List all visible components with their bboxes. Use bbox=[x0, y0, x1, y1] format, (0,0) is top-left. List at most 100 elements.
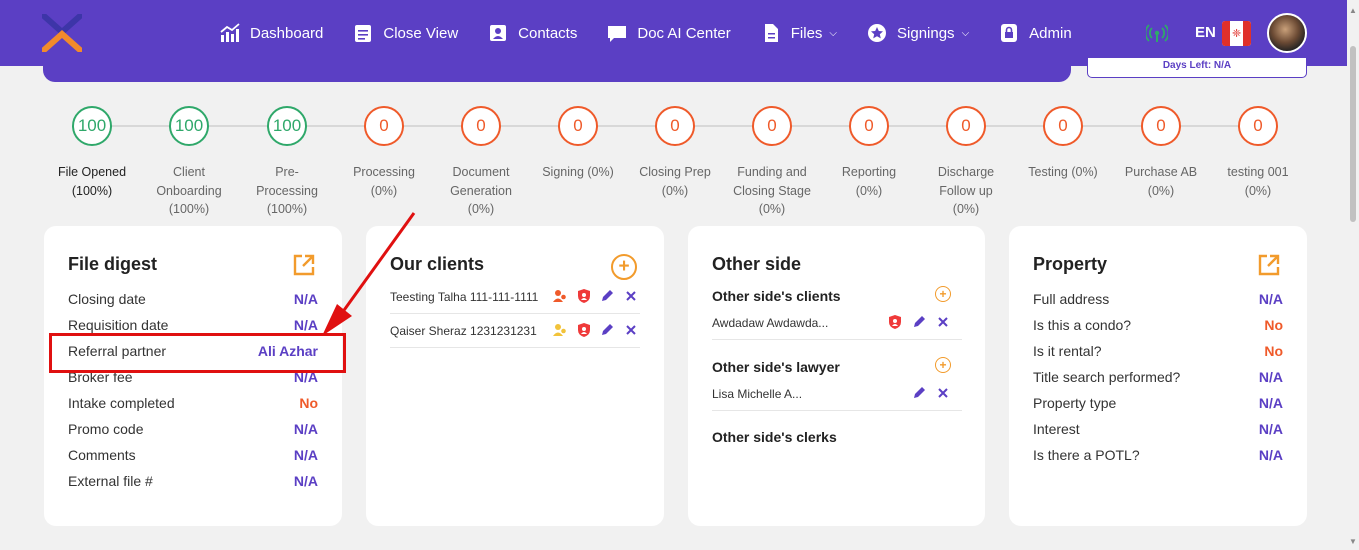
progress-step[interactable]: 0 Funding and Closing Stage (0%) bbox=[722, 106, 822, 219]
progress-step[interactable]: 0 Testing (0%) bbox=[1013, 106, 1113, 182]
info-row-key: Is it rental? bbox=[1033, 343, 1102, 359]
step-percent-circle: 100 bbox=[267, 106, 307, 146]
step-label: Funding and Closing Stage (0%) bbox=[733, 165, 811, 216]
remove-x-icon[interactable] bbox=[623, 288, 639, 304]
step-percent-circle: 0 bbox=[1238, 106, 1278, 146]
add-lawyer-plus-icon[interactable]: + bbox=[935, 357, 951, 373]
progress-step[interactable]: 0 Discharge Follow up (0%) bbox=[916, 106, 1016, 219]
info-row-key: Interest bbox=[1033, 421, 1080, 437]
info-row: Full address N/A bbox=[1033, 291, 1283, 311]
dashboard-chart-icon bbox=[220, 23, 240, 42]
our-clients-title: Our clients bbox=[390, 254, 485, 274]
add-other-client-plus-icon[interactable]: + bbox=[935, 286, 951, 302]
step-label: Reporting (0%) bbox=[841, 165, 897, 198]
info-row-value: N/A bbox=[1258, 395, 1283, 411]
scrollbar-thumb[interactable] bbox=[1350, 46, 1356, 222]
users-icon[interactable] bbox=[552, 288, 568, 304]
other-side-client-row[interactable]: Awdadaw Awdawda... bbox=[712, 312, 962, 340]
progress-step[interactable]: 100 File Opened (100%) bbox=[42, 106, 142, 200]
nav-close-view-label: Close View bbox=[383, 24, 459, 42]
progress-step[interactable]: 0 Reporting (0%) bbox=[819, 106, 919, 200]
nav-contacts[interactable]: Contacts bbox=[488, 23, 577, 43]
remove-x-icon[interactable] bbox=[623, 322, 639, 338]
info-row-value: No bbox=[1264, 343, 1283, 359]
other-side-client-name: Awdadaw Awdawda... bbox=[712, 316, 829, 330]
app-logo[interactable] bbox=[42, 14, 82, 52]
language-selector[interactable]: EN bbox=[1195, 24, 1216, 41]
progress-step[interactable]: 0 testing 001 (0%) bbox=[1208, 106, 1308, 200]
other-side-clerks-title: Other side's clerks bbox=[712, 429, 837, 445]
info-row: Is this a condo? No bbox=[1033, 317, 1283, 337]
step-percent-circle: 0 bbox=[752, 106, 792, 146]
edit-pencil-icon[interactable] bbox=[911, 314, 927, 330]
info-row: Property type N/A bbox=[1033, 395, 1283, 415]
edit-pencil-icon[interactable] bbox=[599, 322, 615, 338]
nav-dashboard[interactable]: Dashboard bbox=[220, 23, 323, 43]
info-row-value: N/A bbox=[293, 317, 318, 333]
info-row: Title search performed? N/A bbox=[1033, 369, 1283, 389]
other-side-card: Other side Other side's clients + Awdada… bbox=[688, 226, 985, 526]
info-row: External file # N/A bbox=[68, 473, 318, 493]
nav-signings-label: Signings bbox=[897, 24, 955, 42]
users-icon[interactable] bbox=[552, 322, 568, 338]
add-client-plus-icon[interactable]: + bbox=[611, 254, 637, 280]
shield-user-icon[interactable] bbox=[887, 314, 903, 330]
progress-step[interactable]: 0 Processing (0%) bbox=[334, 106, 434, 200]
info-row-key: Full address bbox=[1033, 291, 1110, 307]
file-digest-title: File digest bbox=[68, 254, 158, 274]
nav-doc-ai-center[interactable]: Doc AI Center bbox=[607, 23, 731, 43]
edit-pencil-icon[interactable] bbox=[599, 288, 615, 304]
user-avatar[interactable] bbox=[1267, 13, 1307, 53]
step-percent-circle: 100 bbox=[72, 106, 112, 146]
info-row-value: No bbox=[299, 395, 318, 411]
info-row-value: N/A bbox=[293, 421, 318, 437]
step-percent-circle: 0 bbox=[461, 106, 501, 146]
nav-dashboard-label: Dashboard bbox=[250, 24, 324, 42]
open-external-icon[interactable] bbox=[1257, 253, 1281, 277]
info-row: Comments N/A bbox=[68, 447, 318, 467]
shield-user-icon[interactable] bbox=[576, 322, 592, 338]
open-external-icon[interactable] bbox=[292, 253, 316, 277]
info-row-value: N/A bbox=[1258, 421, 1283, 437]
step-label: Client Onboarding (100%) bbox=[156, 165, 222, 216]
step-percent-circle: 0 bbox=[946, 106, 986, 146]
progress-step[interactable]: 100 Pre- Processing (100%) bbox=[237, 106, 337, 219]
nav-close-view[interactable]: Close View bbox=[353, 23, 458, 43]
progress-step[interactable]: 0 Purchase AB (0%) bbox=[1111, 106, 1211, 200]
scroll-down-icon[interactable]: ▼ bbox=[1349, 537, 1357, 546]
chevron-down-icon: ⌵ bbox=[829, 27, 838, 39]
step-label: File Opened (100%) bbox=[57, 165, 127, 198]
info-row: Is there a POTL? N/A bbox=[1033, 447, 1283, 467]
info-row-key: Promo code bbox=[68, 421, 144, 437]
nav-signings[interactable]: Signings ⌵ bbox=[867, 23, 969, 43]
client-name: Teesting Talha 111-111-1111 bbox=[390, 290, 539, 304]
checklist-icon bbox=[355, 25, 372, 42]
progress-step[interactable]: 0 Closing Prep (0%) bbox=[625, 106, 725, 200]
other-side-lawyer-row[interactable]: Lisa Michelle A... bbox=[712, 383, 962, 411]
nav-files-label: Files bbox=[790, 24, 823, 42]
remove-x-icon[interactable] bbox=[935, 385, 951, 401]
client-row[interactable]: Qaiser Sheraz 1231231231 bbox=[390, 320, 640, 348]
step-label: Processing (0%) bbox=[353, 165, 415, 198]
shield-user-icon[interactable] bbox=[576, 288, 592, 304]
file-digest-card: File digest Closing date N/A Requisition d… bbox=[44, 226, 342, 526]
edit-pencil-icon[interactable] bbox=[911, 385, 927, 401]
star-badge-icon bbox=[868, 24, 887, 42]
scroll-up-icon[interactable]: ▲ bbox=[1349, 6, 1357, 15]
other-side-clients-title: Other side's clients bbox=[712, 288, 841, 304]
client-row[interactable]: Teesting Talha 111-111-1111 bbox=[390, 286, 640, 314]
vertical-scrollbar[interactable]: ▲ ▼ bbox=[1347, 0, 1359, 550]
nav-admin[interactable]: Admin bbox=[999, 23, 1072, 43]
remove-x-icon[interactable] bbox=[935, 314, 951, 330]
progress-step[interactable]: 0 Signing (0%) bbox=[528, 106, 628, 182]
nav-files[interactable]: Files ⌵ bbox=[761, 23, 837, 43]
canada-flag-icon[interactable]: ❈ bbox=[1222, 21, 1251, 46]
connection-status-icon[interactable] bbox=[1146, 22, 1168, 44]
step-percent-circle: 0 bbox=[849, 106, 889, 146]
progress-step[interactable]: 100 Client Onboarding (100%) bbox=[139, 106, 239, 219]
progress-step[interactable]: 0 Document Generation (0%) bbox=[431, 106, 531, 219]
step-label: Signing (0%) bbox=[542, 165, 614, 179]
info-row-value: No bbox=[1264, 317, 1283, 333]
info-row-key: Comments bbox=[68, 447, 136, 463]
referral-partner-highlight-box bbox=[49, 333, 346, 373]
